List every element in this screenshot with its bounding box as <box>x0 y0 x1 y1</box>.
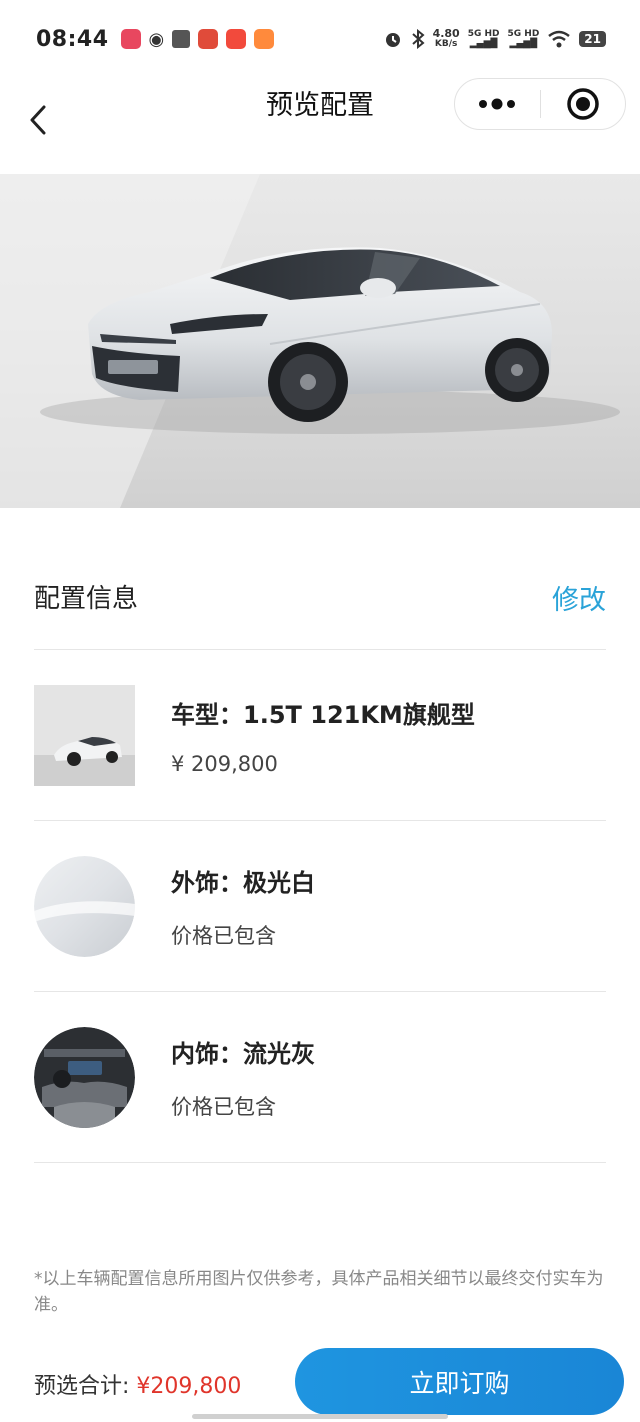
config-header: 配置信息 修改 <box>34 560 606 650</box>
config-item-interior: 内饰：流光灰 价格已包含 <box>34 992 606 1163</box>
status-indicators: 4.80 KB/s 5G HD ▂▄▆█ 5G HD ▂▄▆█ 21 <box>383 28 606 50</box>
weibo-icon: ◉ <box>148 28 165 50</box>
sim2-label: 5G HD <box>507 29 540 39</box>
interior-text: 内饰：流光灰 价格已包含 <box>171 1034 315 1121</box>
exterior-color-swatch <box>34 855 135 957</box>
total-summary: 预选合计: ¥209,800 <box>34 1368 241 1400</box>
model-thumbnail <box>34 684 135 786</box>
car-hero-image <box>0 174 640 508</box>
disclaimer-text: *以上车辆配置信息所用图片仅供参考，具体产品相关细节以最终交付实车为准。 <box>34 1269 604 1315</box>
battery-icon: 21 <box>579 31 606 47</box>
app-notification-icon-2 <box>198 29 219 49</box>
status-time: 08:44 <box>36 26 109 52</box>
status-bar: 08:44 ◉ 4.80 KB/s 5G HD ▂▄▆█ 5G HD ▂▄▆█ … <box>0 0 640 78</box>
app-notification-icon-4 <box>254 29 275 49</box>
sim1-label: 5G HD <box>467 29 500 39</box>
target-close-icon <box>567 88 599 120</box>
home-indicator <box>192 1414 448 1419</box>
exterior-text: 外饰：极光白 价格已包含 <box>171 863 315 950</box>
model-price: ¥ 209,800 <box>171 751 278 776</box>
mini-program-capsule <box>454 78 626 130</box>
signal-icon-1: 5G HD ▂▄▆█ <box>468 29 500 49</box>
signal-bars: ▂▄▆█ <box>469 39 498 49</box>
net-speed-unit: KB/s <box>434 39 458 49</box>
config-item-model: 车型：1.5T 121KM旗舰型 ¥ 209,800 <box>34 650 606 821</box>
exterior-name: 外饰：极光白 <box>171 868 315 897</box>
config-title: 配置信息 <box>34 584 139 614</box>
config-item-exterior: 外饰：极光白 价格已包含 <box>34 821 606 992</box>
modify-link[interactable]: 修改 <box>552 578 606 617</box>
bluetooth-icon <box>411 29 425 49</box>
interior-thumbnail <box>34 1026 135 1128</box>
interior-price: 价格已包含 <box>171 1094 276 1119</box>
notification-icons: ◉ <box>120 28 275 50</box>
total-value: ¥209,800 <box>136 1374 242 1399</box>
signal-bars-2: ▂▄▆█ <box>509 39 538 49</box>
total-label: 预选合计: <box>34 1374 137 1399</box>
car-illustration <box>0 174 640 508</box>
net-speed-value: 4.80 <box>432 27 460 40</box>
model-name: 车型：1.5T 121KM旗舰型 <box>171 700 475 729</box>
model-text: 车型：1.5T 121KM旗舰型 ¥ 209,800 <box>171 695 475 776</box>
more-button[interactable] <box>455 79 540 129</box>
wifi-icon <box>548 30 571 48</box>
app-square-icon <box>172 30 191 48</box>
app-notification-icon <box>120 29 141 49</box>
config-section: 配置信息 修改 车型：1.5T 121KM旗舰型 ¥ 209,800 外饰：极光… <box>34 560 606 1163</box>
footer-bar: 预选合计: ¥209,800 立即订购 <box>0 1348 640 1416</box>
exterior-price: 价格已包含 <box>171 923 276 948</box>
nav-bar: 预览配置 <box>0 78 640 174</box>
order-now-button[interactable]: 立即订购 <box>295 1348 624 1415</box>
app-notification-icon-3 <box>226 29 247 49</box>
alarm-icon <box>385 33 400 47</box>
interior-name: 内饰：流光灰 <box>171 1039 315 1068</box>
close-button[interactable] <box>541 79 626 129</box>
net-speed: 4.80 KB/s <box>433 28 460 50</box>
signal-icon-2: 5G HD ▂▄▆█ <box>508 29 540 49</box>
more-dots-icon <box>479 98 516 110</box>
